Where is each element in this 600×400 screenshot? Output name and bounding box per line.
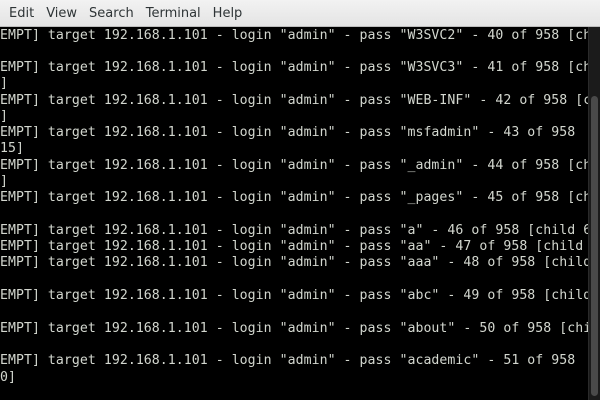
- menu-help[interactable]: Help: [208, 0, 248, 27]
- terminal-window: Edit View Search Terminal Help KALI LINU…: [0, 0, 600, 400]
- terminal-line: EMPT] target 192.168.1.101 - login "admi…: [0, 255, 588, 270]
- terminal-line: EMPT] target 192.168.1.101 - login "admi…: [0, 353, 576, 368]
- terminal-line: EMPT] target 192.168.1.101 - login "admi…: [0, 239, 584, 254]
- terminal-line: 0]: [0, 370, 16, 385]
- terminal-line: EMPT] target 192.168.1.101 - login "admi…: [0, 321, 588, 336]
- terminal-line: ]: [0, 76, 8, 91]
- scrollbar-thumb[interactable]: [591, 96, 598, 396]
- menu-bar: Edit View Search Terminal Help: [0, 0, 600, 27]
- terminal-line: EMPT] target 192.168.1.101 - login "admi…: [0, 60, 588, 75]
- terminal-line: ]: [0, 109, 8, 124]
- terminal-line: EMPT] target 192.168.1.101 - login "admi…: [0, 223, 588, 238]
- menu-terminal[interactable]: Terminal: [141, 0, 206, 27]
- vertical-scrollbar[interactable]: [588, 27, 600, 400]
- terminal-line: EMPT] target 192.168.1.101 - login "admi…: [0, 190, 588, 205]
- terminal-line: EMPT] target 192.168.1.101 - login "admi…: [0, 288, 588, 303]
- menu-view[interactable]: View: [41, 0, 82, 27]
- terminal-line: ]: [0, 174, 8, 189]
- menu-edit[interactable]: Edit: [4, 0, 39, 27]
- terminal-line: 15]: [0, 141, 24, 156]
- terminal-line: EMPT] target 192.168.1.101 - login "admi…: [0, 158, 588, 173]
- terminal-line: EMPT] target 192.168.1.101 - login "admi…: [0, 125, 576, 140]
- menu-search[interactable]: Search: [84, 0, 139, 27]
- terminal-line: EMPT] target 192.168.1.101 - login "admi…: [0, 28, 588, 43]
- terminal-line: EMPT] target 192.168.1.101 - login "admi…: [0, 93, 588, 108]
- terminal-output[interactable]: EMPT] target 192.168.1.101 - login "admi…: [0, 27, 588, 400]
